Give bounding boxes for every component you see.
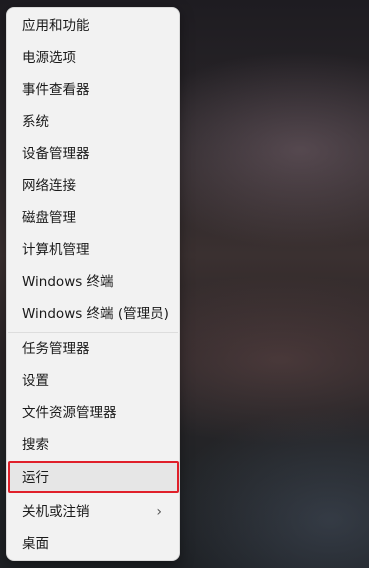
- menu-item-settings[interactable]: 设置: [8, 366, 178, 396]
- menu-separator: [8, 332, 178, 333]
- menu-item-shutdown-or-signout[interactable]: 关机或注销 ›: [8, 497, 178, 527]
- menu-item-disk-management[interactable]: 磁盘管理: [8, 203, 178, 233]
- menu-item-desktop[interactable]: 桌面: [8, 529, 178, 559]
- menu-item-windows-terminal-admin[interactable]: Windows 终端 (管理员): [8, 299, 178, 329]
- menu-item-computer-management[interactable]: 计算机管理: [8, 235, 178, 265]
- chevron-right-icon: ›: [156, 504, 162, 520]
- menu-item-file-explorer[interactable]: 文件资源管理器: [8, 398, 178, 428]
- menu-item-windows-terminal[interactable]: Windows 终端: [8, 267, 178, 297]
- winx-context-menu: 应用和功能 电源选项 事件查看器 系统 设备管理器 网络连接 磁盘管理 计算机管…: [6, 7, 180, 561]
- menu-item-power-options[interactable]: 电源选项: [8, 43, 178, 73]
- menu-item-task-manager[interactable]: 任务管理器: [8, 334, 178, 364]
- menu-item-search[interactable]: 搜索: [8, 430, 178, 460]
- menu-item-network-connections[interactable]: 网络连接: [8, 171, 178, 201]
- menu-item-shutdown-label: 关机或注销: [22, 504, 90, 520]
- menu-item-run[interactable]: 运行: [8, 461, 179, 493]
- menu-item-apps-and-features[interactable]: 应用和功能: [8, 11, 178, 41]
- menu-item-system[interactable]: 系统: [8, 107, 178, 137]
- menu-item-event-viewer[interactable]: 事件查看器: [8, 75, 178, 105]
- menu-item-device-manager[interactable]: 设备管理器: [8, 139, 178, 169]
